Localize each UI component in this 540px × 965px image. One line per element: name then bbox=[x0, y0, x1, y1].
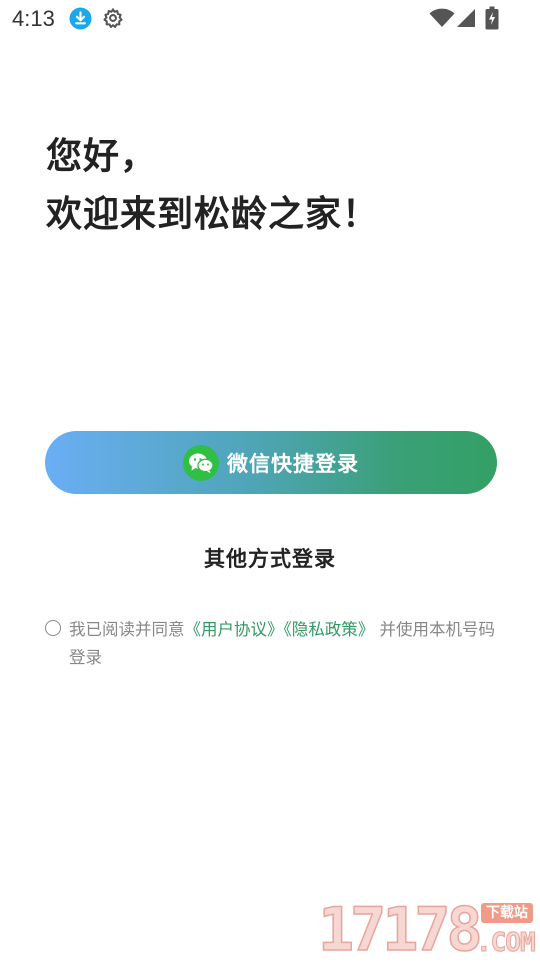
wechat-login-button[interactable]: 微信快捷登录 bbox=[45, 431, 497, 494]
greeting-line-welcome: 欢迎来到松龄之家！ bbox=[46, 194, 380, 235]
wifi-icon bbox=[429, 8, 455, 27]
other-login-button[interactable]: 其他方式登录 bbox=[0, 543, 540, 573]
battery-charging-icon bbox=[485, 6, 499, 30]
privacy-policy-link[interactable]: 《隐私政策》 bbox=[284, 620, 375, 639]
gear-icon bbox=[103, 8, 123, 28]
watermark-domain: .COM bbox=[476, 928, 537, 958]
agreement-radio[interactable] bbox=[45, 620, 61, 636]
download-icon bbox=[69, 7, 92, 30]
agreement-text: 我已阅读并同意《用户协议》《隐私政策》 并使用本机号码登录 bbox=[69, 616, 499, 672]
signal-icon bbox=[457, 9, 475, 27]
user-agreement-link[interactable]: 《用户协议》 bbox=[185, 620, 284, 639]
status-time: 4:13 bbox=[12, 6, 55, 31]
watermark-number: 17178 bbox=[317, 895, 483, 965]
wechat-icon bbox=[183, 444, 219, 481]
status-bar: 4:13 bbox=[0, 0, 540, 38]
wechat-login-label: 微信快捷登录 bbox=[227, 451, 359, 476]
watermark-badge: 下载站 bbox=[481, 903, 533, 923]
watermark-logo: 17178 下载站 .COM bbox=[317, 895, 540, 965]
agreement-prefix: 我已阅读并同意 bbox=[69, 620, 185, 639]
greeting-title: 您好， 欢迎来到松龄之家！ bbox=[46, 128, 379, 244]
greeting-line-hello: 您好， bbox=[46, 136, 158, 177]
